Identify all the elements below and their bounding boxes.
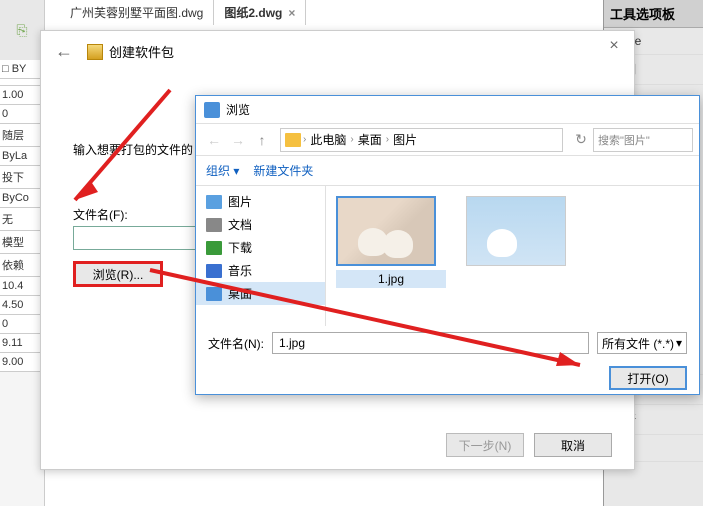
documents-icon [206,218,222,232]
prompt-label: 输入想要打包的文件的 [73,141,193,158]
new-folder-button[interactable]: 新建文件夹 [253,162,313,179]
sidebar-item-label: 下载 [228,239,252,256]
prop-cell: 0 [0,315,44,334]
next-button: 下一步(N) [446,433,524,457]
sidebar-item-label: 音乐 [228,262,252,279]
open-label: 打开(O) [627,370,668,387]
prop-cell: □ BY [0,60,44,79]
sidebar-item-desktop[interactable]: 桌面 [196,282,325,305]
prop-cell: 10.4 [0,277,44,296]
breadcrumb-item[interactable]: 桌面 [354,131,386,148]
back-icon[interactable]: ← [55,41,73,62]
file-thumbnail[interactable] [466,196,576,316]
desktop-icon [206,287,222,301]
prop-cell: 依赖 [0,254,44,277]
breadcrumb-item[interactable]: 图片 [389,131,421,148]
filename-label: 文件名(F): [73,206,128,223]
prop-cell: 9.11 [0,334,44,353]
chevron-down-icon: ▾ [676,336,682,350]
prop-cell: 4.50 [0,296,44,315]
next-label: 下一步(N) [459,437,512,454]
sidebar-item-music[interactable]: 音乐 [196,259,325,282]
filename-label: 文件名(N): [208,335,264,352]
sidebar-item-downloads[interactable]: 下载 [196,236,325,259]
file-thumbnail-selected[interactable]: 1.jpg [336,196,446,316]
cancel-label: 取消 [561,437,585,454]
music-icon [206,264,222,278]
search-placeholder: 搜索"图片" [598,132,650,148]
filetype-label: 所有文件 (*.*) [602,335,674,352]
downloads-icon [206,241,222,255]
prop-cell: 1.00 [0,86,44,105]
prop-cell: ByCo [0,189,44,208]
filetype-select[interactable]: 所有文件 (*.*)▾ [597,332,687,354]
breadcrumb-item[interactable]: 此电脑 [306,131,350,148]
filename-input[interactable] [272,332,589,354]
refresh-icon[interactable]: ↻ [569,128,593,152]
app-icon [204,102,220,118]
tab-label: 广州芙蓉别墅平面图.dwg [70,6,203,20]
file-browse-dialog: 浏览 ← → ↑ › 此电脑 › 桌面 › 图片 ↻ 搜索"图片" 组织 ▾ 新… [195,95,700,395]
sidebar-item-documents[interactable]: 文档 [196,213,325,236]
file-name: 1.jpg [336,270,446,288]
open-button[interactable]: 打开(O) [609,366,687,390]
thumbnail-image [336,196,436,266]
sidebar-item-label: 桌面 [228,285,252,302]
prop-cell: 模型 [0,231,44,254]
sidebar-item-label: 文档 [228,216,252,233]
pictures-icon [206,195,222,209]
document-tab-active[interactable]: 图纸2.dwg × [214,0,306,25]
file-list: 1.jpg [326,186,699,326]
prop-cell: 无 [0,208,44,231]
nav-forward-icon[interactable]: → [226,128,250,152]
organize-menu[interactable]: 组织 ▾ [206,162,239,179]
nav-up-icon[interactable]: ↑ [250,128,274,152]
browse-label: 浏览(R)... [93,266,144,283]
prop-cell: 0 [0,105,44,124]
breadcrumb[interactable]: › 此电脑 › 桌面 › 图片 [280,128,563,152]
left-tool-icon: ⎘ [0,0,44,60]
tool-palette-title: 工具选项板 [604,0,703,28]
folder-icon [285,133,301,147]
prop-cell: 投下 [0,166,44,189]
sidebar-item-label: 图片 [228,193,252,210]
prop-cell: 9.00 [0,353,44,372]
tab-label: 图纸2.dwg [224,6,282,20]
sidebar: 图片 文档 下载 音乐 桌面 [196,186,326,326]
prop-cell: ByLa [0,147,44,166]
close-icon[interactable]: × [600,37,628,57]
prop-cell [0,79,44,86]
document-tab[interactable]: 广州芙蓉别墅平面图.dwg [60,0,214,25]
cancel-button[interactable]: 取消 [534,433,612,457]
nav-back-icon[interactable]: ← [202,128,226,152]
search-input[interactable]: 搜索"图片" [593,128,693,152]
close-icon[interactable]: × [288,6,295,20]
thumbnail-image [466,196,566,266]
sidebar-item-pictures[interactable]: 图片 [196,190,325,213]
dialog-title: 创建软件包 [109,42,174,61]
package-icon [87,44,103,60]
browse-button[interactable]: 浏览(R)... [73,261,163,287]
file-dialog-title: 浏览 [226,101,250,118]
prop-cell: 随层 [0,124,44,147]
